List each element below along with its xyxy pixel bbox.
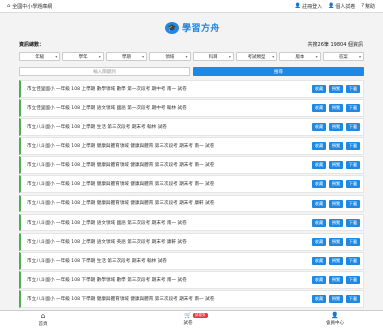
item-title[interactable]: 市立八斗國小 一年級 108 下學期 數學領域 數學 第三次段考 期末考 南一 … xyxy=(21,277,187,283)
collect-button[interactable]: 收藏 xyxy=(312,237,326,246)
stats-label: 資訊總數： xyxy=(19,42,45,48)
cart-icon: 🛒 xyxy=(184,312,192,319)
list-item[interactable]: 市立八斗國小 一年級 108 上學期 生活 第三次段考 期末考 翰林 試卷 收藏預… xyxy=(19,118,364,136)
user-icon: 👤 xyxy=(328,3,335,9)
collect-button[interactable]: 收藏 xyxy=(312,123,326,132)
list-item[interactable]: 市立佳里國小 一年級 108 上學期 語文領域 國語 第一次段考 期中考 翰林 … xyxy=(19,99,364,117)
preview-button[interactable]: 預覽 xyxy=(329,123,343,132)
collect-button[interactable]: 收藏 xyxy=(312,275,326,284)
download-button[interactable]: 下載 xyxy=(346,256,360,265)
user-icon: 👤 xyxy=(331,312,339,319)
preview-button[interactable]: 預覽 xyxy=(329,295,343,304)
list-item[interactable]: 市立八斗國小 一年級 108 上學期 健康與體育領域 健康與體育 第三次段考 期… xyxy=(19,137,364,156)
filter-answer[interactable]: 答案 xyxy=(322,52,364,61)
help-icon: ? xyxy=(361,3,364,9)
download-button[interactable]: 下載 xyxy=(346,237,360,246)
bottom-nav: ⌂ 首頁 🛒 試卷 👤 會員中心 xyxy=(0,310,383,328)
download-button[interactable]: 下載 xyxy=(346,85,360,93)
filter-grade[interactable]: 年級 xyxy=(19,52,61,61)
nav-cart[interactable]: 🛒 試卷 xyxy=(158,312,218,327)
collect-button[interactable]: 收藏 xyxy=(312,104,326,113)
filter-semester[interactable]: 學期 xyxy=(105,52,148,61)
preview-button[interactable]: 預覽 xyxy=(329,218,343,227)
collect-button[interactable]: 收藏 xyxy=(312,256,326,265)
preview-button[interactable]: 預覽 xyxy=(329,256,343,265)
download-button[interactable]: 下載 xyxy=(346,180,360,189)
preview-button[interactable]: 預覽 xyxy=(329,180,343,189)
item-title[interactable]: 市立八斗國小 一年級 108 上學期 健康與體育領域 健康與體育 第三次段考 期… xyxy=(21,181,214,187)
list-item[interactable]: 市立八斗國小 一年級 108 上學期 語文領域 國語 第三次段考 期末考 南一 … xyxy=(19,213,364,232)
collect-button[interactable]: 收藏 xyxy=(312,180,326,189)
download-button[interactable]: 下載 xyxy=(346,295,360,304)
item-title[interactable]: 市立八斗國小 一年級 108 下學期 生活 第三次段考 期末考 翰林 試卷 xyxy=(21,258,167,264)
filter-year[interactable]: 學年 xyxy=(62,52,104,61)
preview-button[interactable]: 預覽 xyxy=(329,104,343,113)
user-icon: 👤 xyxy=(294,3,302,9)
preview-button[interactable]: 預覽 xyxy=(329,199,343,208)
item-title[interactable]: 市立八斗國小 一年級 108 上學期 健康與體育領域 健康與體育 第三次段考 期… xyxy=(21,200,214,206)
list-item[interactable]: 市立佳里國小 一年級 108 上學期 數學領域 數學 第一次段考 期中考 南一 … xyxy=(19,80,364,98)
item-title[interactable]: 市立八斗國小 一年級 108 上學期 健康與體育領域 健康與體育 第三次段考 期… xyxy=(21,162,214,168)
list-item[interactable]: 市立八斗國小 一年級 108 上學期 健康與體育領域 健康與體育 第三次段考 期… xyxy=(19,194,364,213)
download-button[interactable]: 下載 xyxy=(346,161,360,170)
download-button[interactable]: 下載 xyxy=(346,218,360,227)
download-button[interactable]: 下載 xyxy=(346,142,360,151)
exam-list: 市立佳里國小 一年級 108 上學期 數學領域 數學 第一次段考 期中考 南一 … xyxy=(19,80,364,309)
filter-bar: 年級 學年 學期 領域 科目 考試類型 版本 答案 xyxy=(19,52,364,61)
list-item[interactable]: 市立八斗國小 一年級 108 上學期 健康與體育領域 健康與體育 第三次段考 期… xyxy=(19,156,364,175)
collect-button[interactable]: 收藏 xyxy=(312,218,326,227)
collect-button[interactable]: 收藏 xyxy=(312,161,326,170)
item-title[interactable]: 市立佳里國小 一年級 108 上學期 數學領域 數學 第一次段考 期中考 南一 … xyxy=(21,86,187,92)
logo-text: 學習方舟 xyxy=(182,24,221,34)
preview-button[interactable]: 預覽 xyxy=(329,161,343,170)
preview-button[interactable]: 預覽 xyxy=(329,275,343,284)
download-button[interactable]: 下載 xyxy=(346,199,360,208)
my-test-link[interactable]: 👤 個人試卷 xyxy=(328,3,355,11)
filter-exam-type[interactable]: 考試類型 xyxy=(235,52,278,61)
nav-home[interactable]: ⌂ 首頁 xyxy=(13,312,73,328)
collect-button[interactable]: 收藏 xyxy=(312,142,326,151)
download-button[interactable]: 下載 xyxy=(346,104,360,113)
search-button[interactable]: 搜尋 xyxy=(193,67,364,76)
download-button[interactable]: 下載 xyxy=(346,123,360,132)
home-icon: ⌂ xyxy=(7,3,11,9)
download-button[interactable]: 下載 xyxy=(346,275,360,284)
list-item[interactable]: 市立八斗國小 一年級 108 上學期 語文領域 英語 第三次段考 期末考 康軒 … xyxy=(19,232,364,251)
preview-button[interactable]: 預覽 xyxy=(329,142,343,151)
collect-button[interactable]: 收藏 xyxy=(312,295,326,304)
graduation-cap-icon: 🎓 xyxy=(165,21,179,34)
item-title[interactable]: 市立八斗國小 一年級 108 下學期 健康與體育領域 健康與體育 第三次段考 期… xyxy=(21,296,214,302)
item-title[interactable]: 市立八斗國小 一年級 108 上學期 生活 第三次段考 期末考 翰林 試卷 xyxy=(21,124,167,130)
list-item[interactable]: 市立八斗國小 一年級 108 下學期 健康與體育領域 健康與體育 第三次段考 期… xyxy=(19,290,364,308)
preview-button[interactable]: 預覽 xyxy=(329,237,343,246)
home-link[interactable]: ⌂ 全國中小學題庫網 xyxy=(7,3,53,11)
item-title[interactable]: 市立佳里國小 一年級 108 上學期 語文領域 國語 第一次段考 期中考 翰林 … xyxy=(21,105,187,111)
logo: 🎓 學習方舟 xyxy=(165,21,220,34)
stats-summary: 共搜26筆 19804 個資訊 xyxy=(307,42,363,48)
nav-member[interactable]: 👤 會員中心 xyxy=(305,312,365,327)
filter-version[interactable]: 版本 xyxy=(279,52,321,61)
filter-domain[interactable]: 領域 xyxy=(149,52,191,61)
list-item[interactable]: 市立八斗國小 一年級 108 上學期 健康與體育領域 健康與體育 第三次段考 期… xyxy=(19,175,364,194)
top-bar: ⌂ 全國中小學題庫網 👤 註冊登入 👤 個人試卷 ? 幫助 xyxy=(0,0,383,13)
collect-button[interactable]: 收藏 xyxy=(312,85,326,93)
filter-subject[interactable]: 科目 xyxy=(192,52,234,61)
item-title[interactable]: 市立八斗國小 一年級 108 上學期 健康與體育領域 健康與體育 第三次段考 期… xyxy=(21,143,214,149)
search-input[interactable]: 輸入關鍵詞 xyxy=(19,67,190,76)
site-title: 全國中小學題庫網 xyxy=(12,4,53,10)
list-item[interactable]: 市立八斗國小 一年級 108 下學期 數學領域 數學 第三次段考 期末考 南一 … xyxy=(19,270,364,289)
cart-badge: 試卷夾 xyxy=(193,313,208,318)
help-link[interactable]: ? 幫助 xyxy=(361,3,375,11)
list-item[interactable]: 市立八斗國小 一年級 108 下學期 生活 第三次段考 期末考 翰林 試卷 收藏預… xyxy=(19,251,364,270)
item-title[interactable]: 市立八斗國小 一年級 108 上學期 語文領域 國語 第三次段考 期末考 南一 … xyxy=(21,220,187,226)
preview-button[interactable]: 預覽 xyxy=(329,85,343,93)
item-title[interactable]: 市立八斗國小 一年級 108 上學期 語文領域 英語 第三次段考 期末考 康軒 … xyxy=(21,239,187,245)
login-link[interactable]: 👤 註冊登入 xyxy=(294,3,322,11)
collect-button[interactable]: 收藏 xyxy=(312,199,326,208)
home-icon: ⌂ xyxy=(40,312,46,320)
